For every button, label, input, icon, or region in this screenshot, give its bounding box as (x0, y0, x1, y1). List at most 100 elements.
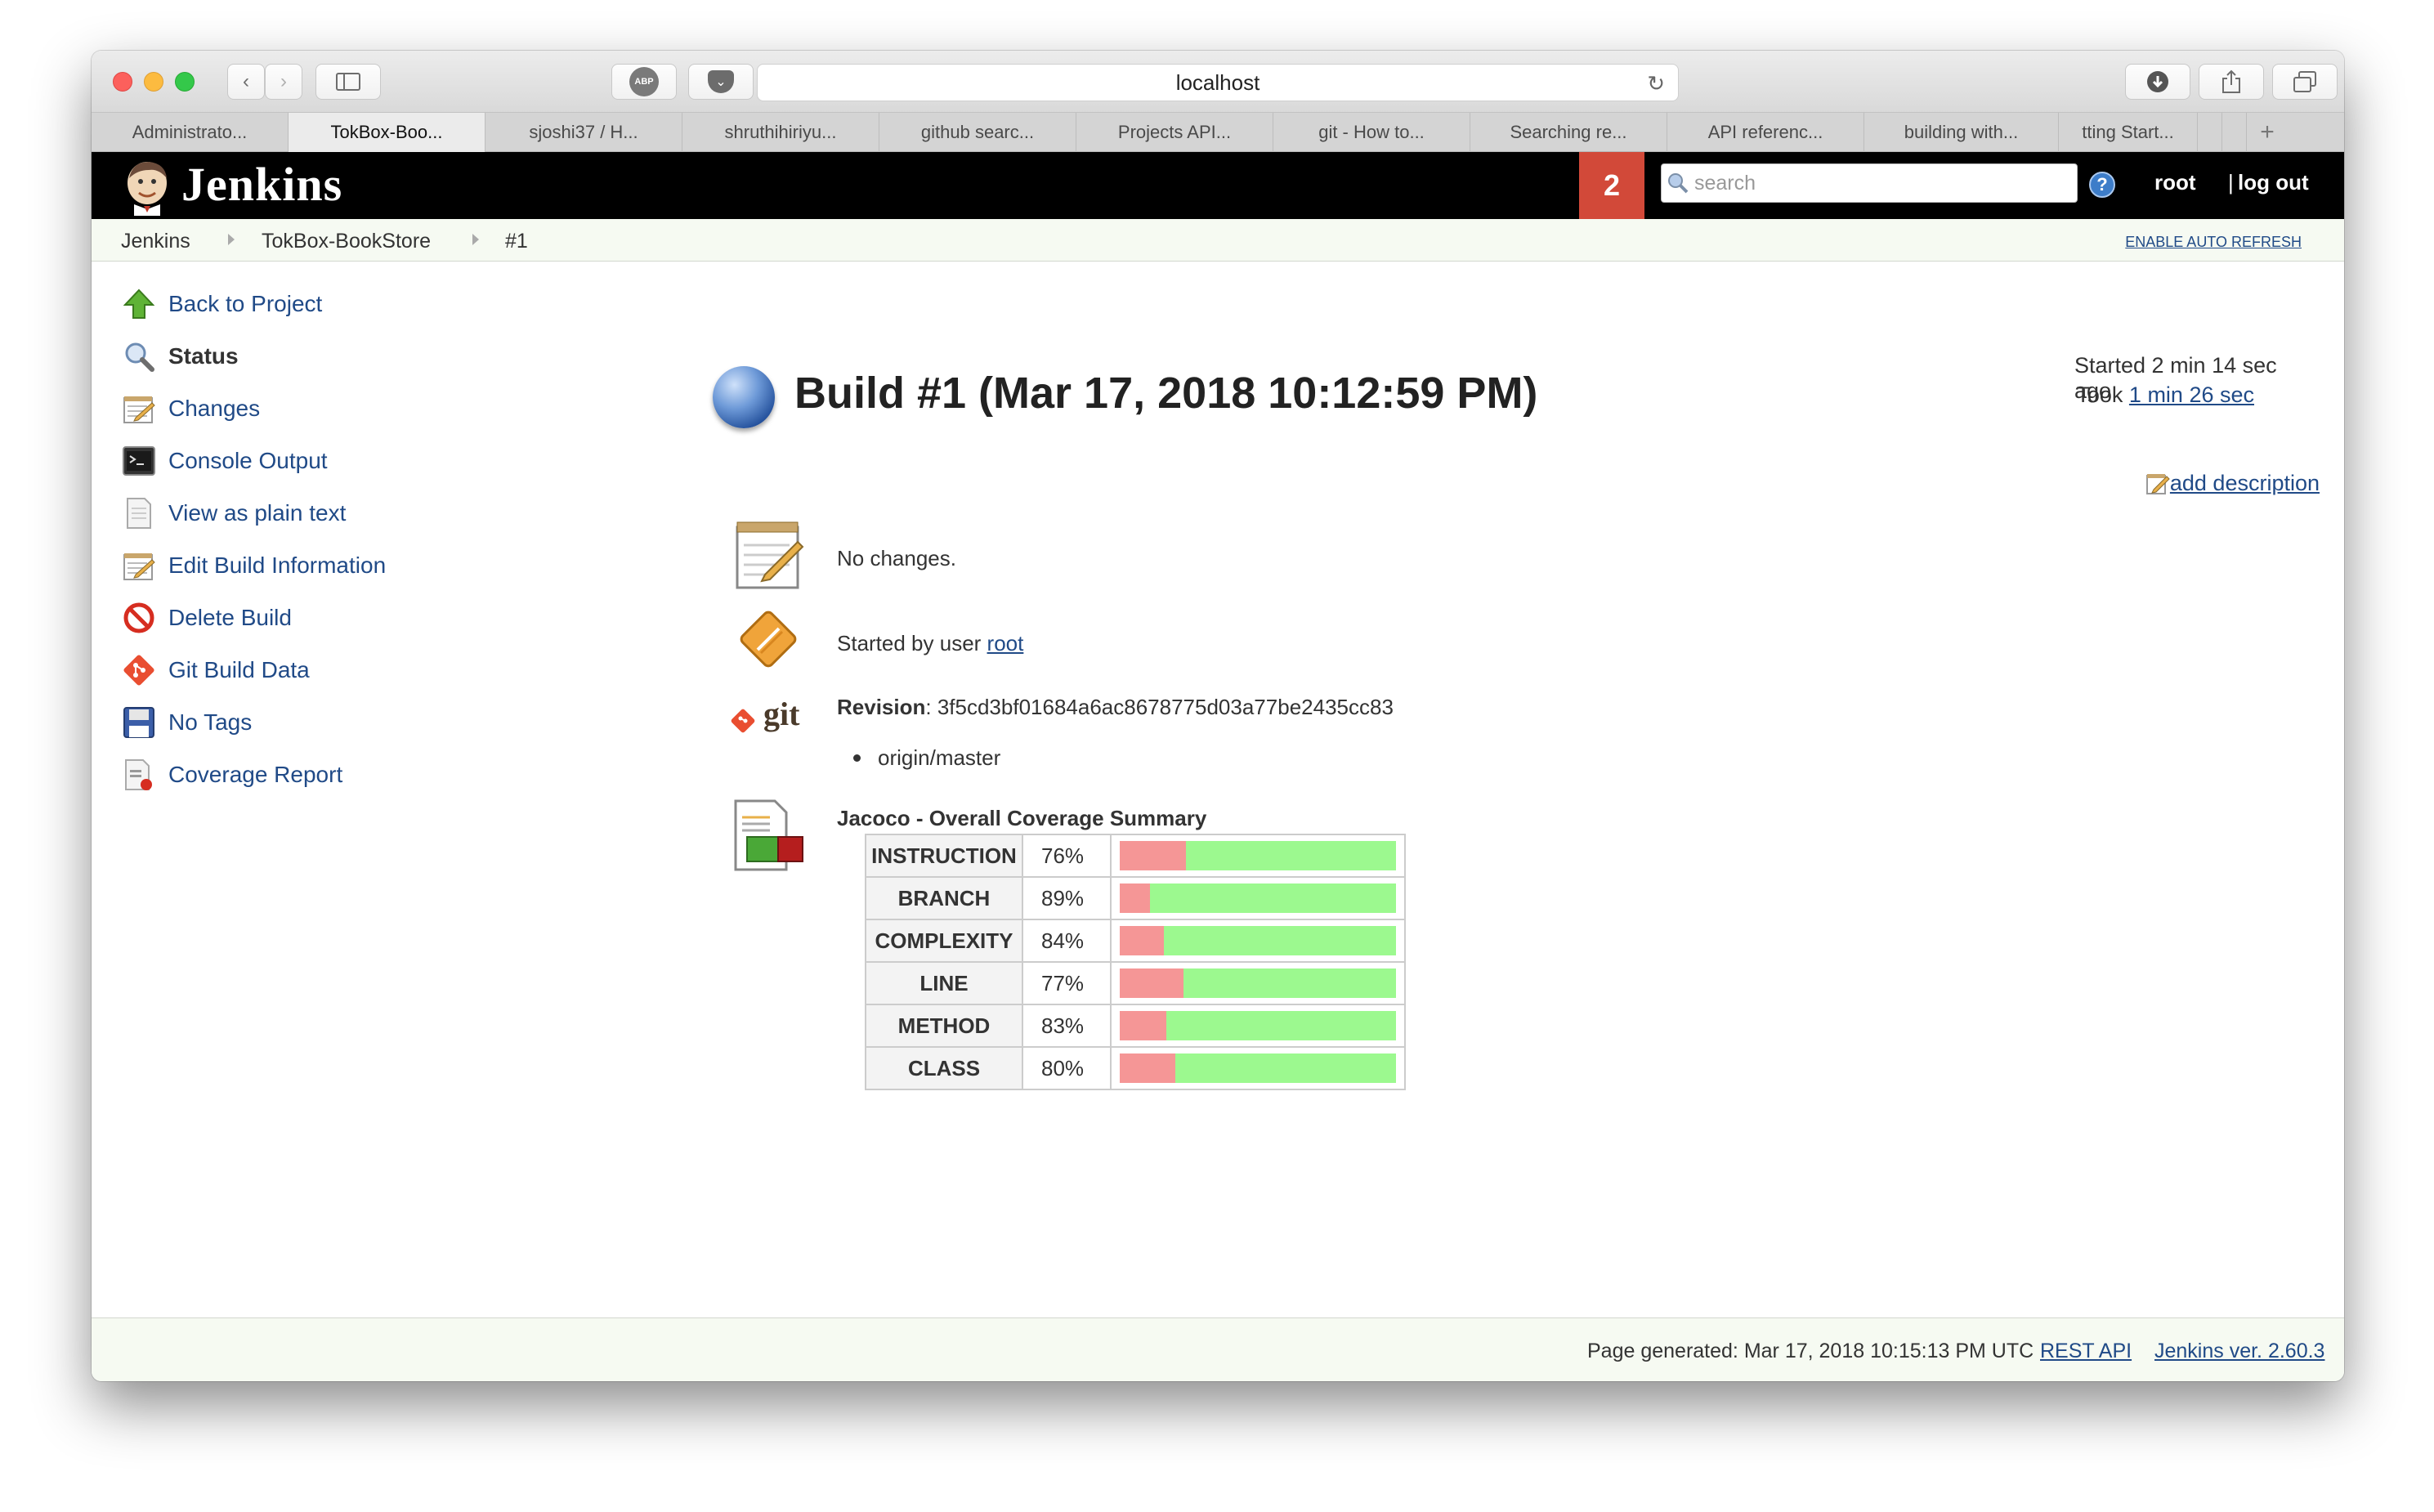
user-link[interactable]: root (2154, 170, 2196, 195)
forward-button[interactable]: › (265, 64, 302, 100)
coverage-percent: 80% (1022, 1046, 1112, 1090)
breadcrumb-item-build[interactable]: #1 (505, 230, 528, 253)
sidebar-toggle-button[interactable] (315, 64, 381, 100)
sidebar-item-console-output[interactable]: Console Output (121, 443, 328, 479)
adblock-button[interactable]: ABP (611, 64, 677, 100)
sidebar-item-coverage-report[interactable]: Coverage Report (121, 757, 342, 793)
browser-toolbar: ‹ › ABP ⌄ localhost ↻ (92, 51, 2344, 113)
browser-tab[interactable]: sjoshi37 / H... (485, 113, 682, 152)
search-input[interactable] (1694, 171, 2054, 195)
browser-tab-collapsed[interactable] (2222, 113, 2247, 152)
browser-tab[interactable]: tting Start... (2059, 113, 2198, 152)
address-text: localhost (1175, 69, 1260, 95)
coverage-row: CLASS 80% (865, 1046, 1406, 1090)
tab-overview-button[interactable] (2272, 64, 2338, 100)
jenkins-butler-icon[interactable] (121, 159, 173, 216)
sidebar-item-changes[interactable]: Changes (121, 391, 260, 427)
header-separator: | (2228, 170, 2234, 195)
jenkins-logo-text[interactable]: Jenkins (181, 157, 342, 212)
add-description[interactable]: add description (2145, 471, 2320, 496)
back-button[interactable]: ‹ (227, 64, 265, 100)
sidebar-item-label: Coverage Report (168, 762, 343, 787)
notepad-icon (729, 515, 808, 593)
browser-window: ‹ › ABP ⌄ localhost ↻ Administrato... To… (92, 51, 2344, 1381)
breadcrumb-item-project[interactable]: TokBox-BookStore (262, 230, 431, 253)
sidebar-item-delete-build[interactable]: Delete Build (121, 600, 292, 636)
floppy-disk-icon (121, 705, 157, 740)
add-description-link[interactable]: add description (2170, 471, 2320, 496)
browser-tab[interactable]: Searching re... (1470, 113, 1667, 152)
git-icon (121, 652, 157, 688)
minimize-window-button[interactable] (144, 72, 163, 92)
zoom-window-button[interactable] (175, 72, 195, 92)
browser-tab[interactable]: Projects API... (1076, 113, 1273, 152)
logout-link[interactable]: log out (2238, 170, 2309, 195)
browser-tab-collapsed[interactable] (2198, 113, 2222, 152)
page-footer: Page generated: Mar 17, 2018 10:15:13 PM… (92, 1317, 2344, 1381)
coverage-metric-name: METHOD (865, 1004, 1023, 1048)
coverage-row: INSTRUCTION 76% (865, 834, 1406, 878)
address-bar[interactable]: localhost ↻ (757, 64, 1679, 101)
coverage-bar (1120, 968, 1396, 998)
coverage-bar-cell (1110, 1004, 1406, 1048)
coverage-bar (1120, 883, 1396, 913)
notepad-icon (121, 548, 157, 584)
edit-note-icon (2145, 473, 2170, 494)
sidebar-item-no-tags[interactable]: No Tags (121, 705, 252, 740)
coverage-row: LINE 77% (865, 961, 1406, 1005)
sidebar-item-view-as-plain-text[interactable]: View as plain text (121, 495, 346, 531)
page-generated: Page generated: Mar 17, 2018 10:15:13 PM… (1587, 1340, 2034, 1362)
tab-bar: Administrato... TokBox-Boo... sjoshi37 /… (92, 113, 2344, 152)
downloads-button[interactable] (2125, 64, 2190, 100)
browser-tab[interactable]: shruthihiriyu... (682, 113, 879, 152)
jenkins-version-link[interactable]: Jenkins ver. 2.60.3 (2154, 1340, 2324, 1363)
plus-icon: + (2260, 119, 2275, 145)
share-button[interactable] (2199, 64, 2264, 100)
sidebar-item-git-build-data[interactable]: Git Build Data (121, 652, 310, 688)
sidebar-item-edit-build-information[interactable]: Edit Build Information (121, 548, 386, 584)
terminal-icon (121, 443, 157, 479)
magnifier-icon (121, 338, 157, 374)
notification-badge[interactable]: 2 (1579, 152, 1644, 219)
search-box (1661, 163, 2078, 203)
coverage-title: Jacoco - Overall Coverage Summary (837, 806, 1207, 830)
new-tab-button[interactable]: + (2247, 113, 2288, 152)
help-icon[interactable]: ? (2089, 172, 2115, 198)
coverage-bar-missed (1120, 1053, 1175, 1083)
sidebar-item-label: Delete Build (168, 605, 292, 630)
sidebar-item-label: Edit Build Information (168, 552, 387, 578)
breadcrumb: Jenkins TokBox-BookStore #1 ENABLE AUTO … (92, 219, 2344, 262)
breadcrumb-arrow-icon[interactable] (472, 234, 479, 245)
jenkins-header: Jenkins 2 ? root | log out (92, 152, 2344, 219)
coverage-bar-missed (1120, 883, 1151, 913)
browser-tab[interactable]: building with... (1864, 113, 2059, 152)
coverage-bar-missed (1120, 926, 1165, 955)
browser-tab[interactable]: github searc... (879, 113, 1076, 152)
browser-tab[interactable]: git - How to... (1273, 113, 1470, 152)
coverage-percent: 76% (1022, 834, 1112, 878)
report-icon (121, 757, 157, 793)
reload-icon[interactable]: ↻ (1647, 71, 1665, 96)
rest-api-link[interactable]: REST API (2040, 1340, 2132, 1363)
sidebar-item-status[interactable]: Status (121, 338, 239, 374)
pocket-button[interactable]: ⌄ (688, 64, 754, 100)
started-by-user-link[interactable]: root (987, 631, 1024, 655)
coverage-percent: 77% (1022, 961, 1112, 1005)
coverage-bar (1120, 841, 1396, 870)
document-icon (121, 495, 157, 531)
browser-tab-active[interactable]: TokBox-Boo... (289, 113, 485, 152)
sidebar-item-label: Status (168, 343, 239, 369)
enable-auto-refresh-link[interactable]: ENABLE AUTO REFRESH (2125, 234, 2302, 251)
build-duration-link[interactable]: 1 min 26 sec (2129, 382, 2254, 407)
breadcrumb-item-jenkins[interactable]: Jenkins (121, 230, 190, 253)
browser-tab[interactable]: Administrato... (92, 113, 289, 152)
browser-tab[interactable]: API referenc... (1667, 113, 1864, 152)
breadcrumb-arrow-icon[interactable] (228, 234, 235, 245)
changes-summary: No changes. (837, 546, 956, 570)
coverage-row: BRANCH 89% (865, 876, 1406, 920)
share-icon (2222, 69, 2240, 93)
build-duration: Took 1 min 26 sec (2076, 382, 2254, 408)
close-window-button[interactable] (113, 72, 132, 92)
sidebar-item-back-to-project[interactable]: Back to Project (121, 286, 322, 322)
revision-hash: : 3f5cd3bf01684a6ac8678775d03a77be2435cc… (925, 695, 1394, 719)
